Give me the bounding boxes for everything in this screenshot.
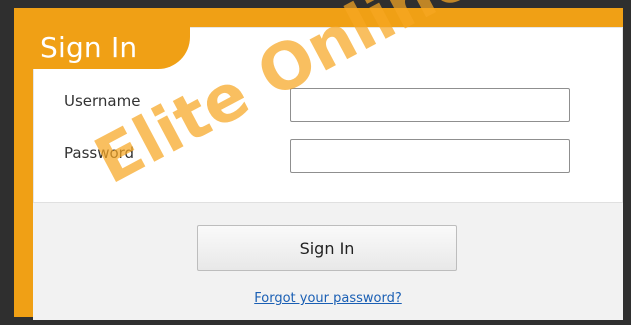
username-input[interactable] [290,88,570,122]
dialog-title: Sign In [40,31,138,64]
password-label: Password [64,144,135,162]
username-label: Username [64,92,141,110]
sign-in-button[interactable]: Sign In [197,225,457,271]
password-input[interactable] [290,139,570,173]
forgot-password-link[interactable]: Forgot your password? [248,291,408,306]
